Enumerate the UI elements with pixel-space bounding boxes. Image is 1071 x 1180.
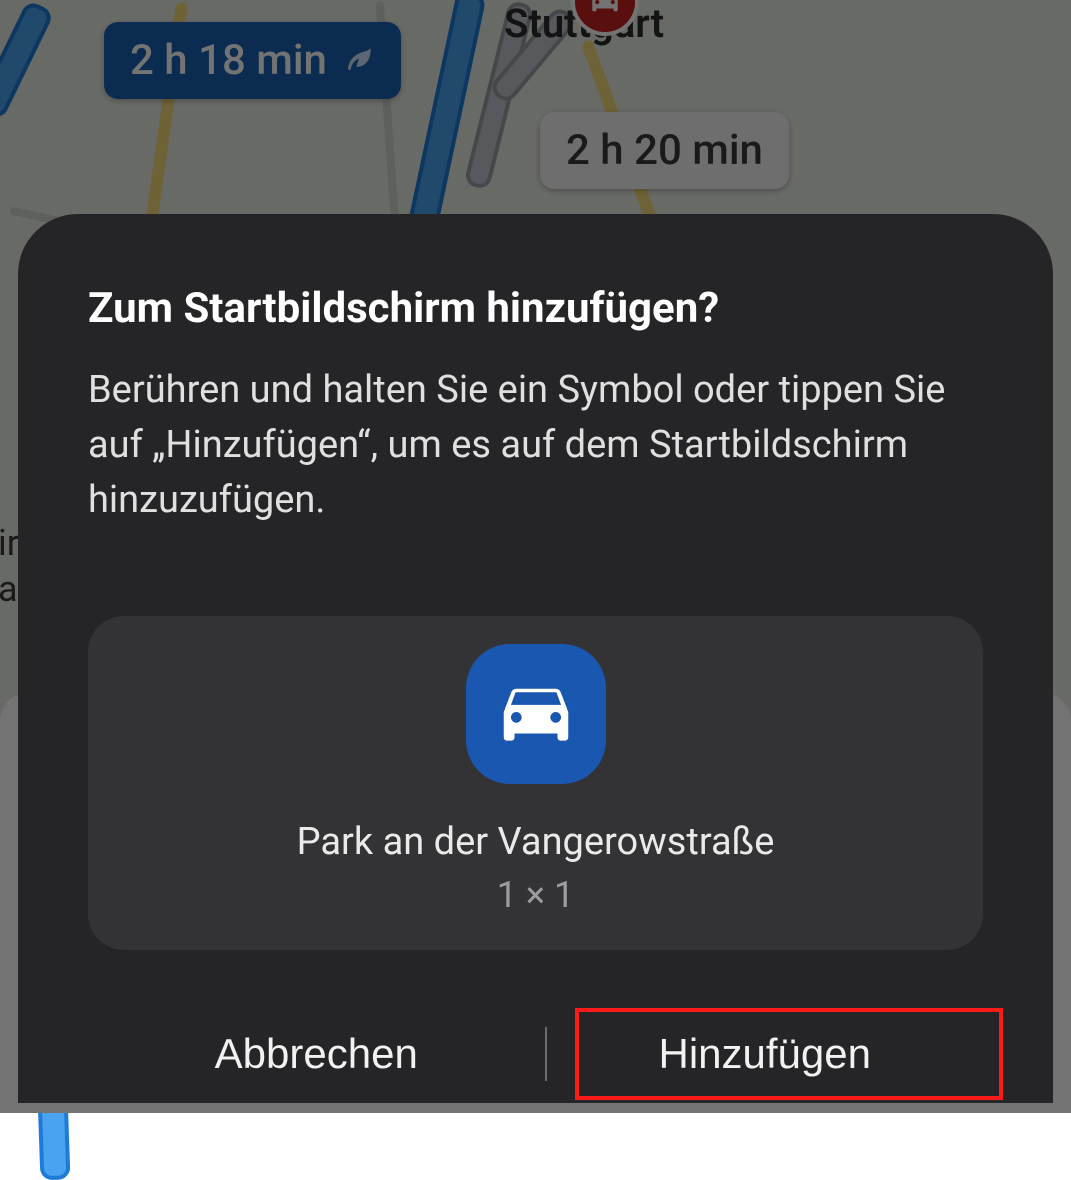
shortcut-name: Park an der Vangerowstraße (297, 820, 775, 864)
shortcut-icon (466, 644, 606, 784)
dialog-description: Berühren und halten Sie ein Symbol oder … (88, 363, 983, 528)
cancel-button[interactable]: Abbrechen (88, 1000, 545, 1108)
car-icon (493, 669, 579, 759)
add-to-homescreen-dialog: Zum Startbildschirm hinzufügen? Berühren… (18, 214, 1053, 1103)
confirm-button[interactable]: Hinzufügen (547, 1000, 984, 1108)
dialog-title: Zum Startbildschirm hinzufügen? (88, 284, 983, 333)
shortcut-size: 1 × 1 (497, 874, 575, 916)
shortcut-preview-card[interactable]: Park an der Vangerowstraße 1 × 1 (88, 616, 983, 950)
dialog-actions: Abbrechen Hinzufügen (88, 950, 983, 1108)
